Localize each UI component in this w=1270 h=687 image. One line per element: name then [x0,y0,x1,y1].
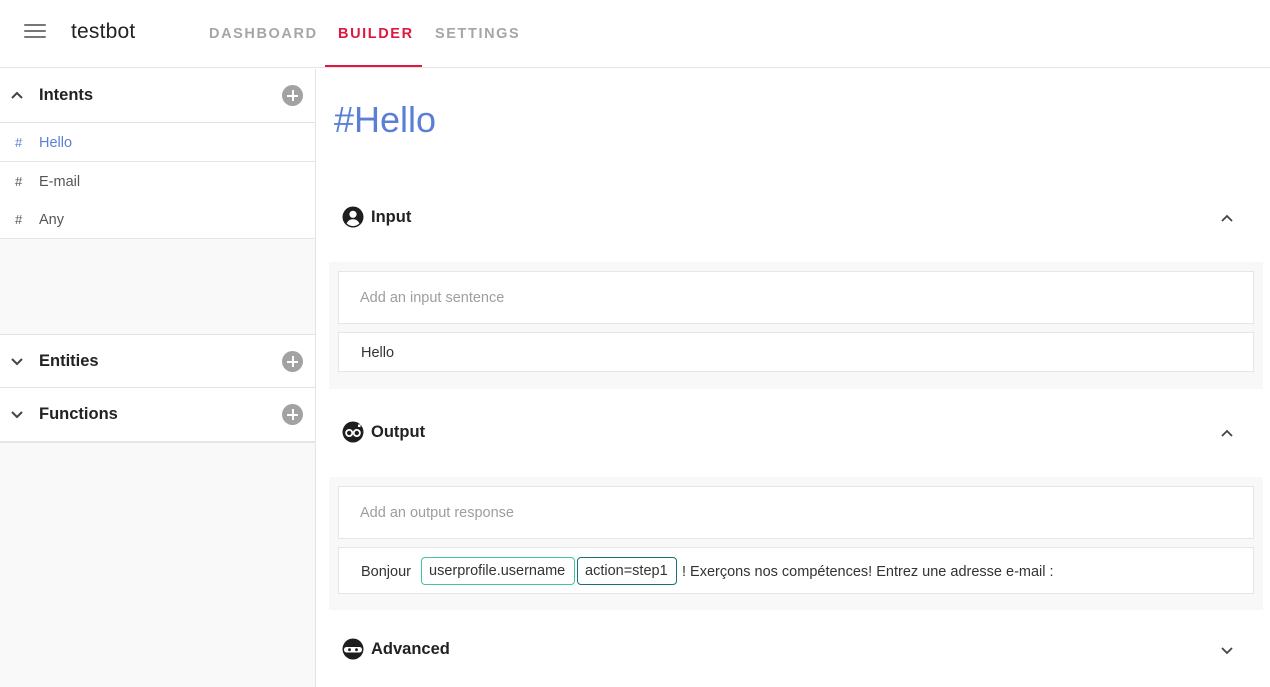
intent-name: Hello [39,135,73,151]
hash-icon: # [15,174,23,189]
intent-item-email[interactable]: # E-mail [0,162,315,201]
advanced-panel-title: Advanced [371,640,450,658]
output-response-row[interactable]: Bonjour userprofile.username action=step… [338,547,1254,594]
add-input-sentence-input[interactable] [339,272,1253,323]
intent-item-any[interactable]: # Any [0,200,315,239]
variable-chip[interactable]: userprofile.username [421,557,575,585]
app-title: testbot [71,20,136,43]
bot-face-icon [342,421,364,443]
intents-section-header[interactable]: Intents [0,69,315,123]
entities-label: Entities [39,352,99,370]
chevron-up-icon[interactable] [1220,211,1234,225]
input-sentence-text: Hello [361,345,395,361]
hash-icon: # [15,135,23,150]
input-panel-header[interactable]: Input [330,191,1262,245]
builder-main: #Hello Input Hello Output [316,69,1270,687]
intent-item-hello[interactable]: # Hello [0,123,315,162]
add-output-response-input[interactable] [339,487,1253,538]
add-intent-button[interactable] [282,85,303,106]
response-text-suffix: ! Exerçons nos compétences! Entrez une a… [682,564,1054,580]
ninja-icon [342,638,364,660]
divider [0,441,315,443]
tab-dashboard[interactable]: DASHBOARD [209,26,318,42]
input-sentence-row[interactable]: Hello [338,332,1254,372]
output-response-field [338,486,1254,539]
account-circle-icon [342,206,364,228]
chevron-up-icon [11,91,23,99]
input-panel-title: Input [371,208,412,226]
intent-name: Any [39,212,64,228]
intent-name: E-mail [39,174,81,190]
chevron-down-icon [11,411,23,419]
top-app-bar: testbot DASHBOARD BUILDER SETTINGS [0,0,1270,68]
advanced-panel-header[interactable]: Advanced [330,623,1262,677]
functions-label: Functions [39,405,118,423]
add-entity-button[interactable] [282,351,303,372]
output-panel-header[interactable]: Output [330,406,1262,460]
response-text-prefix: Bonjour [361,564,411,580]
intents-label: Intents [39,86,94,104]
tab-settings[interactable]: SETTINGS [435,26,520,42]
input-panel-body: Hello [329,262,1263,389]
input-sentence-field [338,271,1254,324]
functions-section-header[interactable]: Functions [0,388,315,442]
hash-icon: # [15,212,23,227]
tab-builder[interactable]: BUILDER [338,26,414,42]
output-panel-title: Output [371,423,426,441]
add-function-button[interactable] [282,404,303,425]
hamburger-menu-icon[interactable] [24,24,46,42]
entities-section-header[interactable]: Entities [0,334,315,388]
sidebar: Intents # Hello # E-mail # Any Entities … [0,69,316,687]
page-title: #Hello [334,99,437,140]
output-panel-body: Bonjour userprofile.username action=step… [329,477,1263,610]
chevron-down-icon[interactable] [1220,643,1234,657]
chevron-down-icon [11,358,23,366]
action-chip[interactable]: action=step1 [577,557,677,585]
chevron-up-icon[interactable] [1220,426,1234,440]
active-tab-indicator [325,65,422,67]
